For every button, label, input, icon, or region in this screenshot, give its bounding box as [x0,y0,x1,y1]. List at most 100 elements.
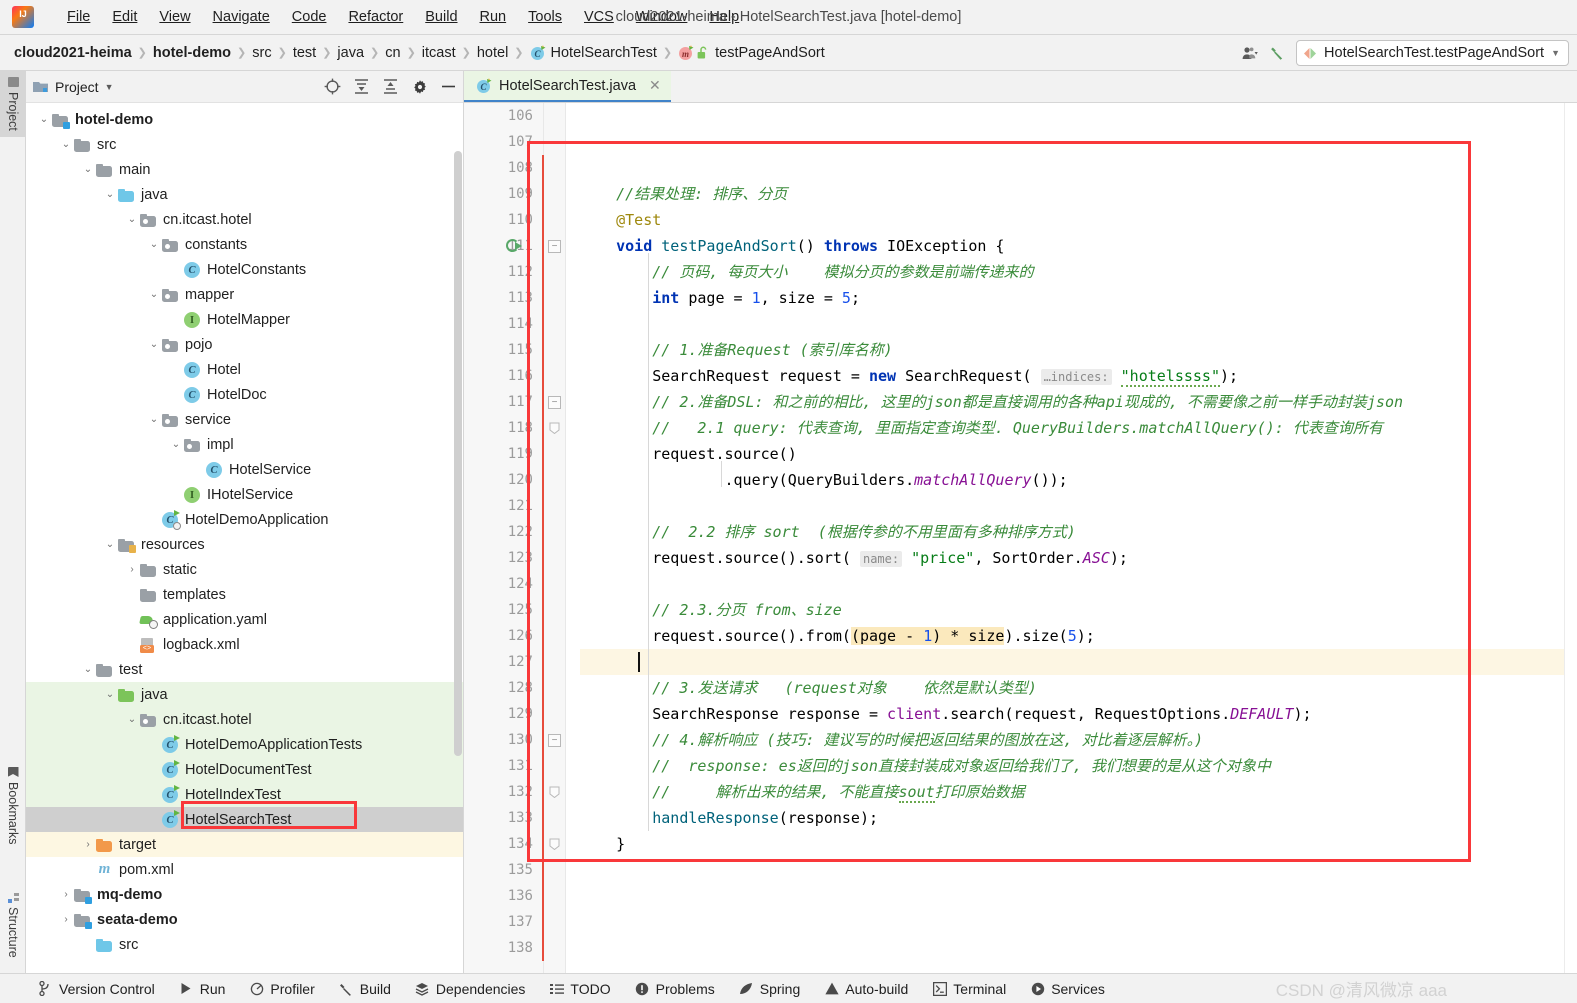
chevron-down-icon[interactable]: ⌄ [36,114,52,125]
code-line[interactable]: // 2.1 query: 代表查询, 里面指定查询类型. QueryBuild… [580,415,1577,441]
code-line[interactable] [580,649,1577,675]
menu-view[interactable]: View [148,6,201,28]
tree-node-main[interactable]: ⌄ main [26,157,463,182]
code-line[interactable] [580,311,1577,337]
code-line[interactable]: //结果处理: 排序、分页 [580,181,1577,207]
gutter-line-number[interactable]: 113 [464,285,543,311]
fold-region-end-icon[interactable] [548,786,561,799]
fold-region-end-icon[interactable] [548,422,561,435]
editor-code-content[interactable]: //结果处理: 排序、分页 @Test void testPageAndSort… [566,103,1577,973]
chevron-down-icon[interactable]: ⌄ [146,414,162,425]
menu-run[interactable]: Run [469,6,518,28]
tree-node-resources[interactable]: ⌄ resources [26,532,463,557]
expand-all-icon[interactable] [353,78,370,95]
tree-node-static[interactable]: › static [26,557,463,582]
gutter-line-number[interactable]: 110 [464,207,543,233]
code-line[interactable]: request.source() [580,441,1577,467]
gutter-line-number[interactable]: 123 [464,545,543,571]
code-line[interactable]: // 解析出来的结果, 不能直接sout打印原始数据 [580,779,1577,805]
tree-node-impl[interactable]: ⌄ impl [26,432,463,457]
gutter-line-number[interactable]: 136 [464,883,543,909]
editor-tab-hotelsearchtest[interactable]: C HotelSearchTest.java ✕ [464,71,671,102]
tool-window-bookmarks[interactable]: Bookmarks [0,761,26,851]
code-line[interactable]: // 2.准备DSL: 和之前的相比, 这里的json都是直接调用的各种api现… [580,389,1577,415]
gutter-line-number[interactable]: 130 [464,727,543,753]
code-line[interactable] [580,883,1577,909]
status-run[interactable]: Run [179,981,225,997]
gear-settings-icon[interactable] [411,78,428,95]
chevron-down-icon[interactable]: ⌄ [80,664,96,675]
code-line[interactable]: SearchRequest request = new SearchReques… [580,363,1577,389]
tree-node-hotelservice[interactable]: C HotelService [26,457,463,482]
chevron-down-icon[interactable]: ⌄ [146,289,162,300]
tree-node-cn-itcast-hotel[interactable]: ⌄ cn.itcast.hotel [26,207,463,232]
code-line[interactable]: .query(QueryBuilders.matchAllQuery()); [580,467,1577,493]
project-tree-scrollbar[interactable] [454,151,462,756]
gutter-line-number[interactable]: 109 [464,181,543,207]
chevron-down-icon[interactable]: ⌄ [102,539,118,550]
code-line[interactable]: // 1.准备Request (索引库名称) [580,337,1577,363]
breadcrumb-item-cn[interactable]: cn [385,45,400,61]
tree-node-target[interactable]: › target [26,832,463,857]
editor-gutter[interactable]: 106 107 108 109 110 111 112 113 114 115 116 117 118 1… [464,103,545,973]
status-dependencies[interactable]: Dependencies [415,981,525,997]
breadcrumb-item-test[interactable]: test [293,45,316,61]
tree-node-templates[interactable]: templates [26,582,463,607]
menu-code[interactable]: Code [281,6,338,28]
intention-bulb-icon[interactable] [548,629,559,644]
tool-window-structure[interactable]: Structure [0,886,26,964]
code-line[interactable]: // 2.3.分页 from、size [580,597,1577,623]
code-line[interactable] [580,103,1577,129]
status-version-control[interactable]: Version Control [38,981,155,997]
code-line[interactable]: // 2.2 排序 sort (根据传参的不用里面有多种排序方式) [580,519,1577,545]
gutter-line-number[interactable]: 133 [464,805,543,831]
gutter-line-number[interactable]: 131 [464,753,543,779]
breadcrumb-item-src[interactable]: src [252,45,271,61]
gutter-line-number[interactable]: 124 [464,571,543,597]
gutter-line-number[interactable]: 115 [464,337,543,363]
project-tree[interactable]: ⌄ hotel-demo ⌄ src ⌄ main ⌄ java ⌄ cn.itcast.hote… [26,103,463,973]
gutter-line-number[interactable]: 125 [464,597,543,623]
gutter-line-number[interactable]: 112 [464,259,543,285]
gutter-line-number[interactable]: 138 [464,935,543,961]
code-line[interactable]: request.source().sort( name: "price", So… [580,545,1577,571]
gutter-line-number[interactable]: 108 [464,155,543,181]
chevron-down-icon[interactable]: ⌄ [102,189,118,200]
status-problems[interactable]: Problems [635,981,715,997]
close-icon[interactable]: ✕ [649,77,661,94]
menu-navigate[interactable]: Navigate [202,6,281,28]
chevron-down-icon[interactable]: ⌄ [124,714,140,725]
tree-node-service[interactable]: ⌄ service [26,407,463,432]
breadcrumb-item-itcast[interactable]: itcast [422,45,456,61]
hammer-build-icon[interactable] [1269,45,1286,62]
breadcrumb-item-testpageandsort[interactable]: m testPageAndSort [678,45,825,61]
code-line[interactable]: // response: es返回的json直接封装成对象返回给我们了, 我们想… [580,753,1577,779]
breadcrumb-item-hotel-demo[interactable]: hotel-demo [153,45,231,61]
tree-node-logback-xml[interactable]: <> logback.xml [26,632,463,657]
tree-node-mapper[interactable]: ⌄ mapper [26,282,463,307]
status-auto-build[interactable]: Auto-build [824,981,908,997]
user-settings-icon[interactable] [1242,45,1259,62]
chevron-right-icon[interactable]: › [80,839,96,850]
code-line[interactable]: // 3.发送请求 (request对象 依然是默认类型) [580,675,1577,701]
run-test-gutter-icon[interactable] [506,239,522,254]
menu-tools[interactable]: Tools [517,6,573,28]
tree-node-test[interactable]: ⌄ test [26,657,463,682]
chevron-down-icon[interactable]: ⌄ [146,339,162,350]
editor-marker-bar[interactable] [1564,103,1577,973]
tree-node-hoteldemoapplicationtests[interactable]: C HotelDemoApplicationTests [26,732,463,757]
code-line[interactable]: // 4.解析响应 (技巧: 建议写的时候把返回结果的图放在这, 对比着逐层解析… [580,727,1577,753]
gutter-line-number[interactable]: 106 [464,103,543,129]
chevron-down-icon[interactable]: ⌄ [102,689,118,700]
tree-node-application-yaml[interactable]: application.yaml [26,607,463,632]
gutter-line-number[interactable]: 121 [464,493,543,519]
tree-node-ihotelservice[interactable]: I IHotelService [26,482,463,507]
gutter-line-number[interactable]: 129 [464,701,543,727]
chevron-down-icon[interactable]: ⌄ [80,164,96,175]
code-line[interactable]: void testPageAndSort() throws IOExceptio… [580,233,1577,259]
code-line[interactable] [580,129,1577,155]
status-spring[interactable]: Spring [739,981,800,997]
menu-window[interactable]: Window [625,6,699,28]
tree-node-hoteldemoapplication[interactable]: C HotelDemoApplication [26,507,463,532]
gutter-line-number[interactable]: 137 [464,909,543,935]
